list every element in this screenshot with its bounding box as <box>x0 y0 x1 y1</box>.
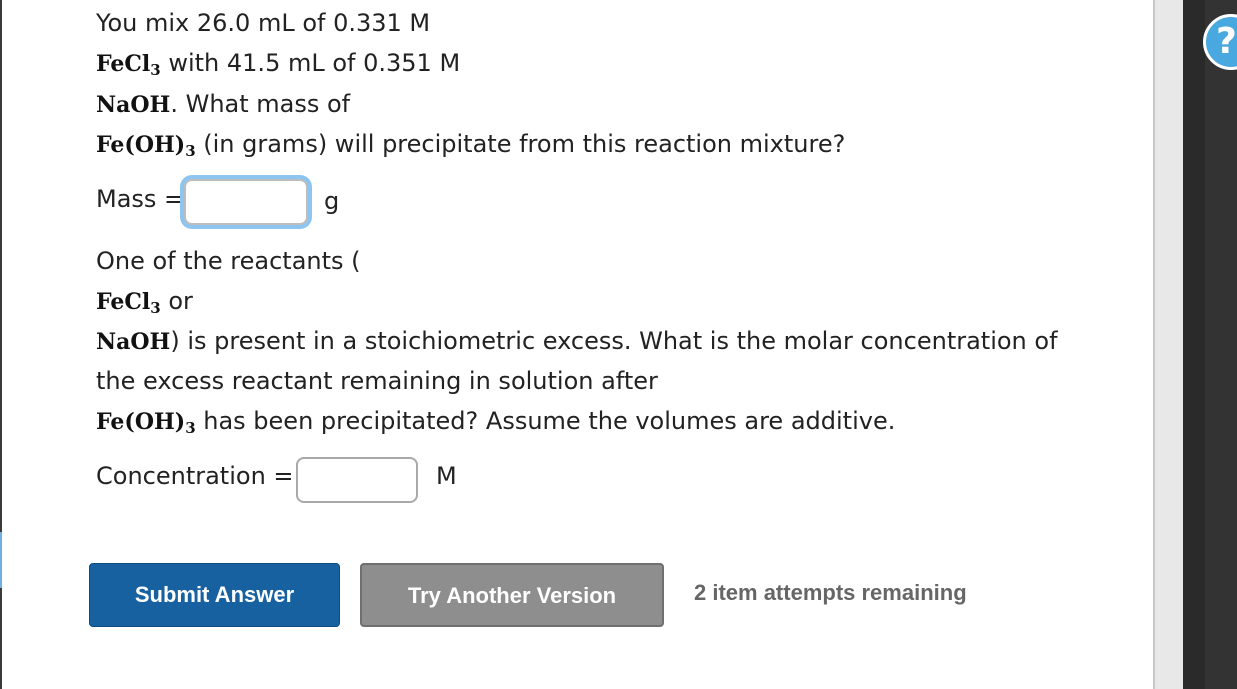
q2-text-5: has been precipitated? Assume the volume… <box>195 407 896 435</box>
q2-line-5: Fe(OH)3 has been precipitated? Assume th… <box>96 406 895 443</box>
q1-text-4: (in grams) will precipitate from this re… <box>195 130 846 158</box>
formula-fecl3-base: FeCl <box>96 51 151 77</box>
concentration-label: Concentration = <box>96 462 294 490</box>
formula-feoh3-base: Fe(OH) <box>96 409 186 435</box>
side-panel-inner <box>1205 0 1237 689</box>
q2-line-1: One of the reactants ( <box>96 246 361 276</box>
concentration-input[interactable] <box>296 457 418 503</box>
formula-naoh: NaOH <box>96 329 171 355</box>
formula-fecl3-subscript: 3 <box>150 61 161 79</box>
q1-line-4: Fe(OH)3 (in grams) will precipitate from… <box>96 129 845 166</box>
concentration-unit: M <box>436 462 457 490</box>
mass-unit: g <box>324 187 340 215</box>
formula-feoh3: Fe(OH)3 <box>96 132 196 160</box>
q1-line-2: FeCl3 with 41.5 mL of 0.351 M <box>96 48 460 85</box>
formula-feoh3-base: Fe(OH) <box>96 132 186 158</box>
formula-feoh3-subscript: 3 <box>185 142 196 160</box>
q2-text-2: or <box>160 287 193 315</box>
q2-line-4: the excess reactant remaining in solutio… <box>96 366 658 396</box>
formula-fecl3-base: FeCl <box>96 289 151 315</box>
q1-text-1: You mix 26.0 mL of 0.331 M <box>96 9 431 37</box>
try-another-version-button[interactable]: Try Another Version <box>360 563 664 627</box>
formula-fecl3-subscript: 3 <box>150 299 161 317</box>
formula-fecl3: FeCl3 <box>96 51 161 79</box>
q2-text-3: ) is present in a stoichiometric excess.… <box>170 327 1058 355</box>
q2-line-2: FeCl3 or <box>96 286 193 323</box>
q2-text-1: One of the reactants ( <box>96 247 361 275</box>
formula-feoh3-subscript: 3 <box>185 419 196 437</box>
mass-input[interactable] <box>184 179 308 225</box>
q1-line-3: NaOH. What mass of <box>96 89 350 120</box>
mass-label: Mass = <box>96 185 185 213</box>
attempts-remaining-text: 2 item attempts remaining <box>694 580 967 605</box>
left-edge-highlight <box>0 532 2 588</box>
formula-fecl3: FeCl3 <box>96 289 161 317</box>
formula-naoh: NaOH <box>96 92 171 118</box>
q1-text-2: with 41.5 mL of 0.351 M <box>160 49 461 77</box>
q2-line-3: NaOH) is present in a stoichiometric exc… <box>96 326 1058 357</box>
scroll-gutter[interactable] <box>1155 0 1183 689</box>
q1-line-1: You mix 26.0 mL of 0.331 M <box>96 8 430 38</box>
submit-answer-button[interactable]: Submit Answer <box>89 563 340 627</box>
q2-text-4: the excess reactant remaining in solutio… <box>96 367 658 395</box>
formula-feoh3: Fe(OH)3 <box>96 409 196 437</box>
q1-text-3: . What mass of <box>170 90 351 118</box>
